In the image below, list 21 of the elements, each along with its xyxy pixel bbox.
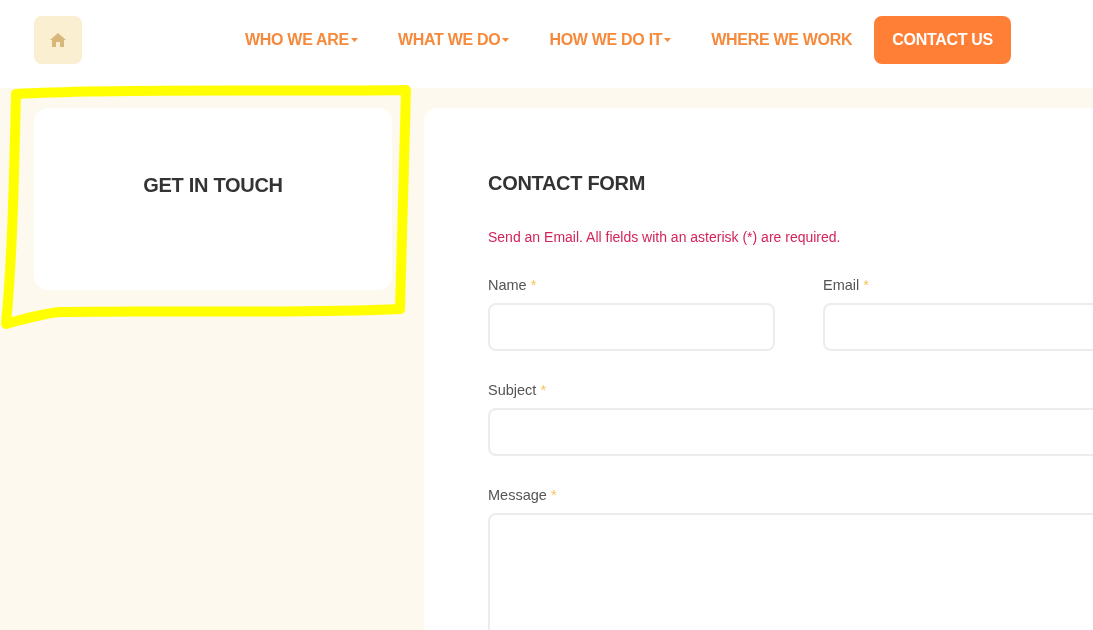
- caret-icon: [664, 38, 672, 42]
- field-label: Email: [823, 277, 860, 293]
- required-mark: *: [863, 277, 869, 293]
- caret-icon: [350, 38, 358, 42]
- field-label: Subject: [488, 382, 537, 398]
- notice-text: Send an Email. All fields with an asterisk (*) are required.: [488, 229, 842, 245]
- field-label: Message: [488, 487, 547, 503]
- home-button[interactable]: [34, 16, 82, 64]
- form-title: CONTACT FORM: [488, 172, 647, 195]
- contact-us-button[interactable]: CONTACT US: [874, 16, 1011, 64]
- required-mark: *: [550, 487, 557, 503]
- dropdown-menu-link[interactable]: HOW WE DO IT: [549, 31, 672, 49]
- field-label: Name: [488, 277, 527, 293]
- section-title: GET IN TOUCH: [143, 173, 283, 197]
- caret-icon: [502, 38, 510, 42]
- dropdown-menu-link[interactable]: WHO WE ARE: [245, 31, 358, 49]
- required-mark: *: [530, 277, 537, 293]
- home-icon: [50, 33, 66, 47]
- required-mark: *: [540, 382, 547, 398]
- nav-link[interactable]: WHERE WE WORK: [711, 31, 853, 49]
- dropdown-menu-link[interactable]: WHAT WE DO: [397, 31, 510, 49]
